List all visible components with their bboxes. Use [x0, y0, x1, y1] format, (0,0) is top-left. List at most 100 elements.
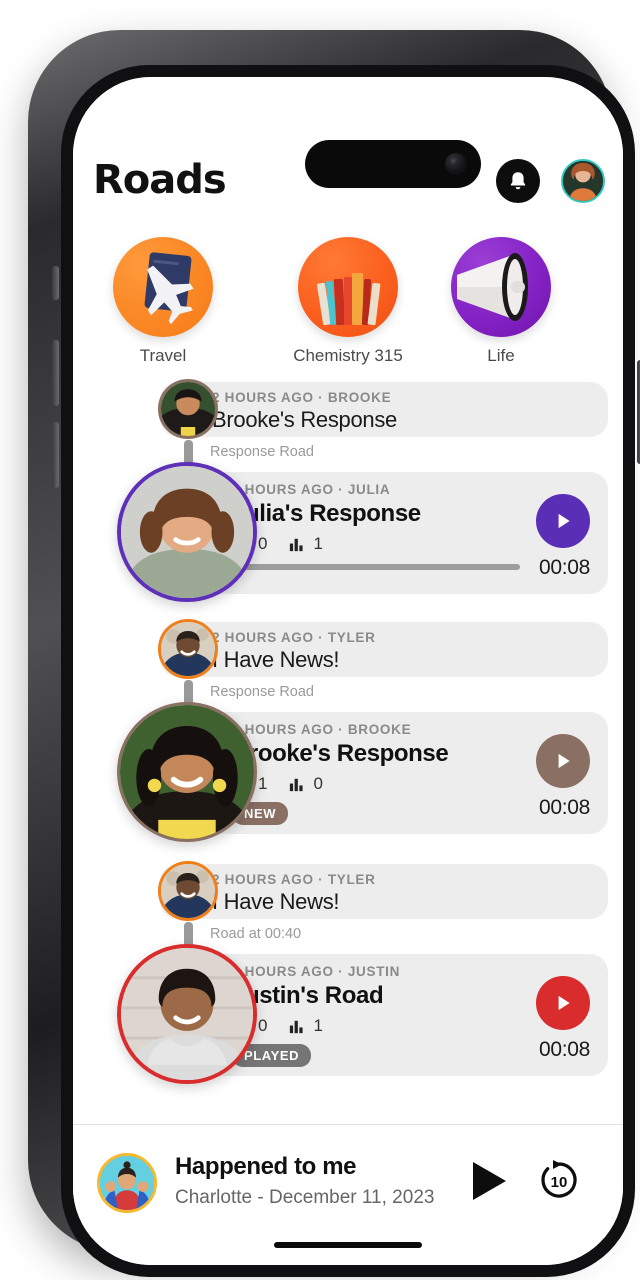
play-button[interactable] [536, 734, 590, 788]
parent-meta: 2 HOURS AGO · TYLER [212, 872, 608, 887]
skip-seconds-label: 10 [551, 1174, 568, 1191]
screenshot-root: Roads Travel Chemistry 315 Life 2 HOURS … [0, 0, 640, 1280]
meta-time: 2 HOURS AGO [212, 630, 314, 645]
story-row: Travel Chemistry 315 Life [73, 237, 623, 377]
parent-title: Brooke's Response [212, 407, 397, 432]
avatar-image [120, 705, 254, 839]
meta-sep: · [318, 872, 324, 887]
home-indicator [274, 1242, 422, 1248]
phone-screen: Roads Travel Chemistry 315 Life 2 HOURS … [73, 77, 623, 1265]
player-avatar[interactable] [97, 1153, 157, 1213]
player-subtitle: Charlotte - December 11, 2023 [175, 1187, 435, 1208]
avatar-image [161, 864, 215, 918]
meta-time: 2 HOURS AGO [232, 482, 334, 497]
duration-label: 00:08 [538, 556, 590, 579]
meta-sep: · [338, 722, 344, 737]
app-logo[interactable]: Roads [93, 156, 227, 204]
child-avatar[interactable] [117, 944, 257, 1084]
avatar-image [161, 622, 215, 676]
play-icon [558, 513, 570, 529]
stats-bars-icon [290, 538, 304, 551]
parent-avatar[interactable] [158, 619, 218, 679]
child-avatar[interactable] [117, 462, 257, 602]
story-thumb-chemistry [298, 237, 398, 337]
parent-meta: 2 HOURS AGO · TYLER [212, 630, 608, 645]
play-icon [558, 995, 570, 1011]
plays-count: 0 [313, 774, 323, 793]
story-item-chemistry[interactable]: Chemistry 315 [274, 237, 422, 366]
parent-card[interactable]: 2 HOURS AGO · BROOKE Brooke's Response [160, 382, 608, 437]
child-avatar[interactable] [117, 702, 257, 842]
story-thumb-life [451, 237, 551, 337]
avatar-image [100, 1156, 154, 1210]
avatar-image [161, 382, 215, 436]
volume-up-button[interactable] [52, 340, 59, 406]
plays-stat[interactable]: 1 [287, 1016, 323, 1036]
meta-user: TYLER [327, 630, 376, 645]
airplane-passport-icon [144, 252, 194, 325]
connector-label: Road at 00:40 [210, 926, 302, 942]
stats-bars-icon [290, 778, 304, 791]
meta-user: TYLER [327, 872, 376, 887]
play-button[interactable] [536, 494, 590, 548]
silent-switch[interactable] [52, 266, 59, 300]
child-meta: 2 HOURS AGO · BROOKE [232, 722, 608, 737]
play-icon [558, 753, 570, 769]
meta-sep: · [338, 964, 344, 979]
parent-meta: 2 HOURS AGO · BROOKE [212, 390, 608, 405]
bell-icon [510, 172, 526, 190]
volume-down-button[interactable] [52, 422, 59, 488]
meta-time: 2 HOURS AGO [232, 964, 334, 979]
meta-user: JUSTIN [347, 964, 401, 979]
profile-avatar[interactable] [561, 159, 605, 203]
child-meta: 2 HOURS AGO · JUSTIN [232, 964, 608, 979]
connector-label: Response Road [210, 684, 314, 700]
plays-count: 1 [313, 534, 323, 553]
connector-label: Response Road [210, 444, 314, 460]
story-thumb-travel [113, 237, 213, 337]
meta-user: JULIA [347, 482, 391, 497]
plays-stat[interactable]: 1 [287, 534, 323, 554]
meta-sep: · [338, 482, 344, 497]
share-count: 1 [258, 774, 268, 793]
feed-list: 2 HOURS AGO · BROOKE Brooke's Response R… [73, 379, 623, 1122]
meta-time: 2 HOURS AGO [212, 872, 314, 887]
progress-bar[interactable] [232, 564, 520, 570]
meta-user: BROOKE [327, 390, 392, 405]
child-meta: 2 HOURS AGO · JULIA [232, 482, 608, 497]
avatar-image [121, 948, 253, 1080]
avatar-image [563, 161, 603, 201]
story-item-travel[interactable]: Travel [89, 237, 237, 366]
parent-avatar[interactable] [158, 379, 218, 439]
skip-forward-10-icon: 10 [541, 1160, 577, 1198]
player-play-button[interactable] [468, 1158, 510, 1209]
parent-title: I Have News! [212, 647, 340, 672]
books-icon [316, 273, 381, 326]
megaphone-icon [457, 253, 528, 321]
meta-sep: · [318, 630, 324, 645]
player-title: Happened to me [175, 1153, 357, 1180]
meta-sep: · [318, 390, 324, 405]
share-count: 0 [258, 534, 268, 553]
parent-card[interactable]: 2 HOURS AGO · TYLER I Have News! [160, 622, 608, 677]
story-item-life[interactable]: Life [427, 237, 575, 366]
story-label: Life [487, 346, 515, 365]
app-header: Roads [73, 156, 623, 214]
notifications-button[interactable] [496, 159, 540, 203]
share-count: 0 [258, 1016, 268, 1035]
phone-frame: Roads Travel Chemistry 315 Life 2 HOURS … [28, 30, 640, 1277]
stats-bars-icon [290, 1020, 304, 1033]
parent-avatar[interactable] [158, 861, 218, 921]
duration-label: 00:08 [538, 1038, 590, 1061]
parent-card[interactable]: 2 HOURS AGO · TYLER I Have News! [160, 864, 608, 919]
meta-time: 2 HOURS AGO [232, 722, 334, 737]
parent-title: I Have News! [212, 889, 340, 914]
plays-stat[interactable]: 0 [287, 774, 323, 794]
meta-time: 2 HOURS AGO [212, 390, 314, 405]
story-label: Travel [139, 346, 187, 365]
play-icon [473, 1162, 506, 1200]
skip-forward-button[interactable]: 10 [535, 1156, 583, 1209]
app-container: Roads Travel Chemistry 315 Life 2 HOURS … [73, 77, 623, 1265]
meta-user: BROOKE [347, 722, 412, 737]
play-button[interactable] [536, 976, 590, 1030]
